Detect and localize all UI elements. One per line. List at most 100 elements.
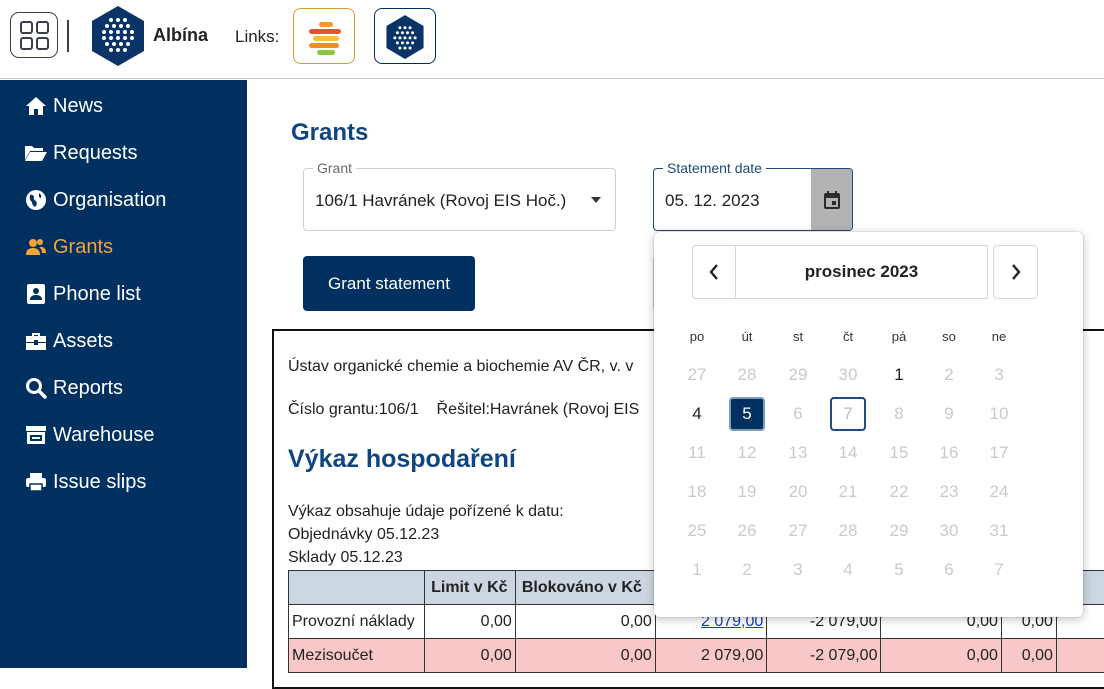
prev-month-button[interactable] — [692, 245, 736, 299]
sidebar-item-issue-slips[interactable]: Issue slips — [0, 462, 247, 502]
sidebar-item-label: Warehouse — [53, 424, 155, 447]
sidebar-item-label: Assets — [53, 330, 113, 353]
table-header-cell: Blokováno v Kč — [515, 571, 655, 605]
sidebar-item-label: Requests — [53, 142, 138, 165]
day-cell[interactable]: 10 — [981, 397, 1017, 431]
report-note: Sklady 05.12.23 — [288, 549, 403, 567]
day-cell[interactable]: 19 — [729, 475, 765, 509]
apps-grid-button[interactable] — [10, 12, 58, 58]
sidebar-item-label: Organisation — [53, 189, 166, 212]
day-cell: 30 — [830, 358, 866, 392]
table-cell: -2 079,00 — [767, 639, 881, 673]
day-cell[interactable]: 21 — [830, 475, 866, 509]
link-tile-albina[interactable] — [374, 8, 436, 64]
albina-hex-icon — [375, 10, 435, 64]
calendar-icon — [823, 190, 841, 210]
date-picker-popup: prosinec 2023 poútstčtpásone 27282930123… — [654, 232, 1083, 617]
weekday-label: ne — [979, 329, 1019, 344]
printer-icon — [24, 470, 48, 494]
day-cell: 2 — [729, 553, 765, 587]
day-cell[interactable]: 27 — [780, 514, 816, 548]
month-year-button[interactable]: prosinec 2023 — [735, 245, 988, 299]
page-title: Grants — [291, 119, 368, 147]
day-cell[interactable]: 9 — [931, 397, 967, 431]
sidebar-item-warehouse[interactable]: Warehouse — [0, 415, 247, 455]
day-cell[interactable]: 14 — [830, 436, 866, 470]
toolbox-icon — [24, 329, 48, 353]
day-cell: 1 — [679, 553, 715, 587]
day-cell[interactable]: 16 — [931, 436, 967, 470]
divider — [67, 20, 69, 52]
link-tile-colorbars[interactable] — [293, 8, 355, 64]
calendar-toggle-button[interactable] — [811, 169, 852, 230]
day-cell[interactable]: 2 — [931, 358, 967, 392]
day-cell[interactable]: 20 — [780, 475, 816, 509]
day-cell[interactable]: 12 — [729, 436, 765, 470]
table-header-cell: Limit v Kč — [425, 571, 516, 605]
statement-date-label: Statement date — [663, 160, 766, 176]
day-cell: 27 — [679, 358, 715, 392]
day-cell: 7 — [981, 553, 1017, 587]
warehouse-icon — [24, 423, 48, 447]
grid-icon — [20, 21, 33, 34]
table-cell: 0,00 — [881, 639, 1001, 673]
table-header-cell — [289, 571, 425, 605]
chevron-right-icon — [1010, 263, 1022, 281]
day-cell[interactable]: 29 — [881, 514, 917, 548]
sidebar-item-assets[interactable]: Assets — [0, 321, 247, 361]
day-cell[interactable]: 15 — [881, 436, 917, 470]
chevron-left-icon — [708, 263, 720, 281]
statement-date-value[interactable]: 05. 12. 2023 — [665, 191, 760, 211]
day-cell-today[interactable]: 7 — [830, 397, 866, 431]
next-month-button[interactable] — [993, 245, 1038, 299]
day-cell[interactable]: 28 — [830, 514, 866, 548]
day-cell[interactable]: 24 — [981, 475, 1017, 509]
report-heading: Výkaz hospodaření — [288, 445, 516, 474]
day-cell[interactable]: 3 — [981, 358, 1017, 392]
day-cell[interactable]: 6 — [780, 397, 816, 431]
top-bar: Albína Links: — [0, 0, 1104, 79]
report-grant-line: Číslo grantu:106/1 Řešitel:Havránek (Rov… — [288, 401, 639, 419]
day-cell[interactable]: 31 — [981, 514, 1017, 548]
sidebar-item-requests[interactable]: Requests — [0, 133, 247, 173]
sidebar-item-phone-list[interactable]: Phone list — [0, 274, 247, 314]
sidebar-item-label: Issue slips — [53, 471, 146, 494]
day-cell: 29 — [780, 358, 816, 392]
day-cell[interactable]: 23 — [931, 475, 967, 509]
sidebar-item-news[interactable]: News — [0, 86, 247, 126]
day-cell[interactable]: 4 — [679, 397, 715, 431]
report-note: Výkaz obsahuje údaje pořízené k datu: — [288, 503, 564, 521]
table-cell: 0,00 — [425, 639, 516, 673]
sidebar-item-organisation[interactable]: Organisation — [0, 180, 247, 220]
table-cell: 2 079,00 — [655, 639, 766, 673]
table-cell: Provozní náklady — [289, 605, 425, 639]
colorbars-icon — [319, 22, 333, 27]
sidebar-item-label: Grants — [53, 236, 113, 259]
weekday-label: pá — [879, 329, 919, 344]
albina-logo[interactable] — [89, 4, 147, 68]
sidebar-item-label: Phone list — [53, 283, 141, 306]
sidebar-item-reports[interactable]: Reports — [0, 368, 247, 408]
weekday-label: po — [677, 329, 717, 344]
users-icon — [24, 235, 48, 259]
day-cell[interactable]: 25 — [679, 514, 715, 548]
grant-select-value: 106/1 Havránek (Rovoj EIS Hoč.) — [315, 191, 566, 211]
day-cell-selected[interactable]: 5 — [729, 397, 765, 431]
report-note: Objednávky 05.12.23 — [288, 526, 439, 544]
statement-date-field[interactable]: Statement date 05. 12. 2023 — [653, 168, 853, 231]
day-cell[interactable]: 30 — [931, 514, 967, 548]
day-cell[interactable]: 17 — [981, 436, 1017, 470]
day-cell[interactable]: 26 — [729, 514, 765, 548]
grant-statement-button[interactable]: Grant statement — [303, 256, 475, 311]
grant-select[interactable]: Grant 106/1 Havránek (Rovoj EIS Hoč.) — [303, 168, 616, 231]
day-cell[interactable]: 22 — [881, 475, 917, 509]
day-cell[interactable]: 11 — [679, 436, 715, 470]
table-cell — [1056, 639, 1104, 673]
day-cell[interactable]: 1 — [881, 358, 917, 392]
weekday-label: so — [929, 329, 969, 344]
day-cell[interactable]: 8 — [881, 397, 917, 431]
day-cell[interactable]: 18 — [679, 475, 715, 509]
search-icon — [24, 376, 48, 400]
sidebar-item-grants[interactable]: Grants — [0, 227, 247, 267]
day-cell[interactable]: 13 — [780, 436, 816, 470]
